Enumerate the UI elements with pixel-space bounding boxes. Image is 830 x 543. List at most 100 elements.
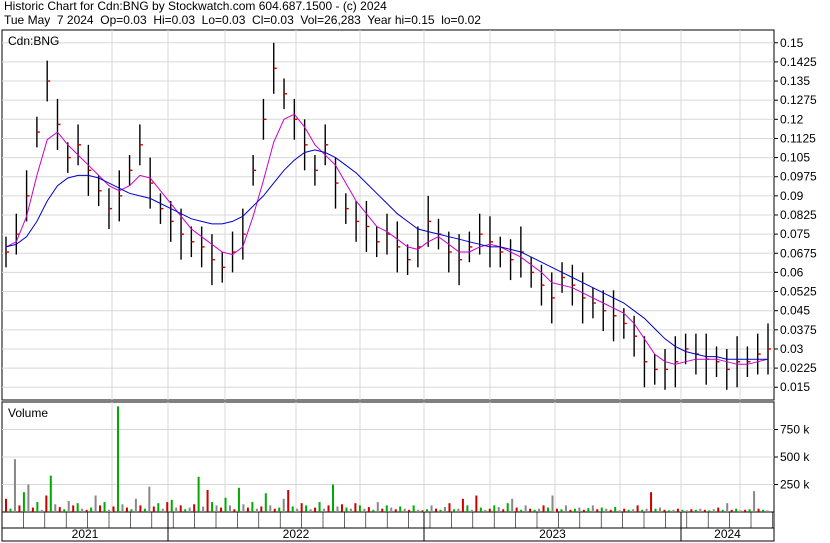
volume-bar	[116, 406, 119, 512]
volume-bar	[349, 508, 352, 512]
volume-bar	[108, 509, 111, 512]
volume-bar	[233, 509, 236, 512]
volume-bar	[282, 498, 285, 512]
price-tick-label: 0.045	[780, 304, 810, 318]
volume-bar	[560, 509, 563, 512]
volume-bar	[703, 509, 706, 512]
volume-bar	[58, 507, 61, 512]
volume-bar	[529, 508, 532, 512]
volume-bar	[582, 509, 585, 512]
volume-tick-label: 500 k	[780, 450, 810, 464]
volume-bar	[466, 505, 469, 512]
volume-bar	[542, 505, 545, 512]
volume-bar	[251, 502, 254, 512]
volume-bar	[358, 505, 361, 512]
volume-bar	[394, 509, 397, 512]
volume-bar	[202, 506, 205, 512]
volume-bar	[264, 493, 267, 512]
volume-bar	[94, 495, 97, 512]
volume-bar	[148, 486, 151, 512]
volume-bar	[479, 507, 482, 512]
volume-bar	[735, 508, 738, 512]
volume-bar	[457, 508, 460, 512]
volume-bar	[224, 497, 227, 512]
volume-bar	[452, 509, 455, 512]
volume-bar	[327, 505, 330, 512]
volume-bar	[54, 504, 57, 512]
volume-bar	[439, 509, 442, 512]
volume-bar	[569, 509, 572, 512]
volume-bar	[555, 508, 558, 512]
volume-bar	[739, 510, 742, 512]
volume-bar	[45, 495, 48, 512]
price-tick-label: 0.0975	[780, 170, 817, 184]
volume-bar	[762, 509, 765, 512]
volume-bar	[515, 507, 518, 512]
volume-bar	[614, 507, 617, 512]
volume-bar	[175, 507, 178, 512]
volume-bar	[18, 505, 21, 512]
volume-bar	[49, 475, 52, 512]
volume-bar	[305, 505, 308, 512]
price-tick-label: 0.015	[780, 380, 810, 394]
volume-bar	[399, 506, 402, 512]
volume-bar	[363, 508, 366, 512]
volume-bar	[744, 509, 747, 512]
volume-bar	[372, 509, 375, 512]
volume-bar	[143, 508, 146, 512]
volume-bar	[103, 502, 106, 512]
volume-bar	[72, 505, 75, 512]
date-axis	[1, 511, 775, 542]
volume-bar	[726, 503, 729, 512]
volume-bar	[121, 504, 124, 512]
volume-bar	[699, 508, 702, 512]
price-tick-label: 0.03	[780, 342, 804, 356]
volume-bar	[667, 510, 670, 512]
volume-bar	[645, 508, 648, 512]
volume-bar	[228, 505, 231, 512]
volume-bar	[130, 509, 133, 512]
volume-bar	[659, 507, 662, 512]
volume-bar	[152, 506, 155, 512]
volume-bar	[484, 509, 487, 512]
volume-bar	[170, 499, 173, 512]
volume-bar	[85, 509, 88, 512]
volume-bar	[161, 508, 164, 512]
volume-bar	[717, 507, 720, 512]
volume-bar	[757, 508, 760, 512]
volume-bar	[179, 505, 182, 512]
volume-bar	[385, 505, 388, 512]
volume-bar	[90, 507, 93, 512]
volume-bar	[672, 509, 675, 512]
volume-bar	[443, 507, 446, 512]
volume-bar	[730, 509, 733, 512]
volume-bar	[766, 510, 769, 512]
volume-bar	[381, 508, 384, 512]
volume-bar	[596, 509, 599, 512]
volume-bar	[67, 501, 70, 512]
volume-bar	[403, 508, 406, 512]
volume-bar	[193, 504, 196, 512]
volume-bar	[340, 504, 343, 512]
price-tick-label: 0.075	[780, 227, 810, 241]
volume-bar	[609, 509, 612, 512]
price-tick-label: 0.06	[780, 265, 804, 279]
price-tick-label: 0.1125	[780, 131, 816, 145]
volume-bar	[502, 509, 505, 512]
volume-bar	[627, 509, 630, 512]
year-label: 2021	[72, 527, 99, 541]
price-tick-label: 0.0375	[780, 323, 817, 337]
price-tick-label: 0.0675	[780, 246, 817, 260]
price-tick-label: 0.09	[780, 189, 804, 203]
volume-bar	[721, 509, 724, 512]
volume-bar	[197, 476, 200, 512]
price-tick-label: 0.1425	[780, 55, 817, 69]
volume-bar	[273, 508, 276, 512]
volume-bar	[681, 509, 684, 512]
volume-bar	[81, 508, 84, 512]
volume-bar	[690, 509, 693, 512]
volume-bar	[488, 508, 491, 512]
volume-bar	[435, 508, 438, 512]
volume-bar	[641, 509, 644, 512]
volume-bar	[287, 490, 290, 512]
